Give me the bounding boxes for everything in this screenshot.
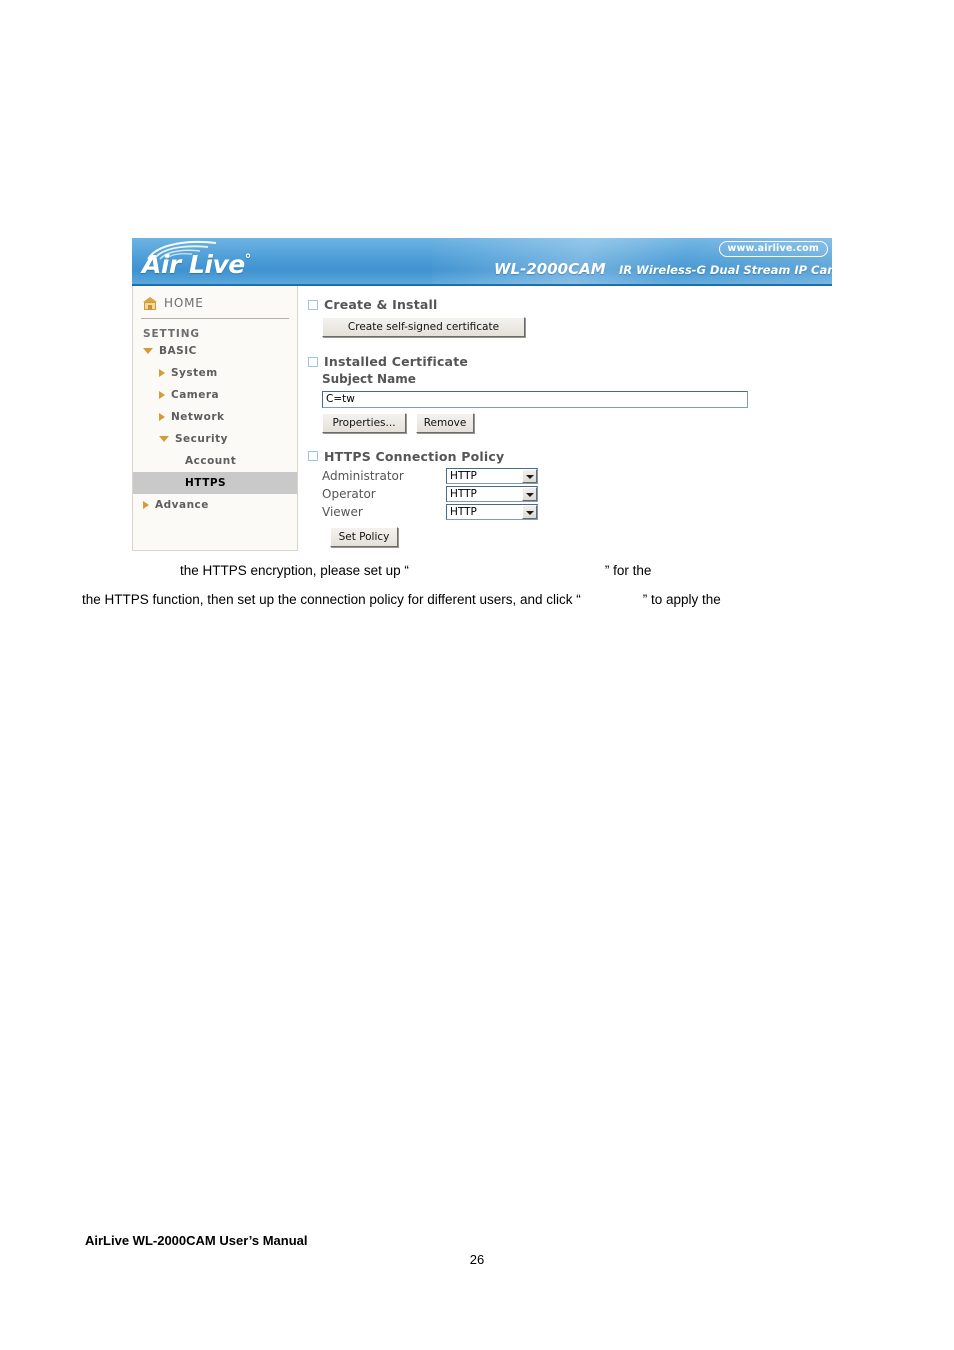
policy-row-viewer: Viewer HTTP [308,503,828,521]
sidebar-item-security[interactable]: Security [133,428,297,450]
sidebar-item-advance-label: Advance [155,499,209,511]
section-create-install-title: Create & Install [324,297,438,312]
body-line2-text-b: ” to apply the [642,592,721,607]
sidebar-item-basic[interactable]: BASIC [133,340,297,362]
operator-policy-value: HTTP [450,487,477,500]
sidebar-item-network-label: Network [171,411,225,423]
section-installed-certificate: Installed Certificate [308,354,828,369]
airlive-logo-text: Air Live° [142,252,251,277]
body-line2-text-a: the HTTPS function, then set up the conn… [82,592,581,607]
subject-name-input[interactable] [322,390,748,408]
policy-label-viewer: Viewer [322,504,363,519]
product-banner: Air Live° WL-2000CAM IR Wireless-G Dual … [132,238,832,286]
set-policy-button[interactable]: Set Policy [330,526,398,547]
sidebar-item-system-label: System [171,367,218,379]
body-line1-text-b: ” for the [604,563,652,578]
chevron-down-icon[interactable] [522,504,537,519]
airlive-logo-word: Air Live [142,250,245,279]
sidebar-item-camera[interactable]: Camera [133,384,297,406]
section-installed-certificate-title: Installed Certificate [324,354,469,369]
device-ui-screenshot: Air Live° WL-2000CAM IR Wireless-G Dual … [132,238,832,554]
section-marker-icon [308,299,318,310]
chevron-down-icon[interactable] [522,486,537,501]
chevron-right-icon [159,413,165,421]
sidebar-section-setting: SETTING [143,328,200,340]
sidebar-item-system[interactable]: System [133,362,297,384]
section-https-connection-policy-title: HTTPS Connection Policy [324,448,505,464]
body-paragraph-line-1: the HTTPS encryption, please set up “ ” f… [180,564,651,578]
create-self-signed-certificate-button[interactable]: Create self-signed certificate [322,317,525,337]
chevron-right-icon [143,501,149,509]
chevron-down-icon[interactable] [522,468,537,483]
section-marker-icon [308,356,318,367]
chevron-right-icon [159,369,165,377]
sidebar-item-advance[interactable]: Advance [133,494,297,516]
policy-label-administrator: Administrator [322,468,404,483]
chevron-down-icon [159,436,169,442]
sidebar: HOME SETTING BASIC System Camera Network [132,286,298,551]
chevron-down-icon [143,348,153,354]
policy-row-administrator: Administrator HTTP [308,467,828,485]
properties-button[interactable]: Properties... [322,412,406,433]
administrator-policy-select[interactable]: HTTP [446,467,538,484]
operator-policy-select[interactable]: HTTP [446,485,538,502]
main-content: Create & Install Create self-signed cert… [308,286,828,547]
house-icon [143,296,157,310]
airlive-logo-trademark: ° [244,252,252,268]
product-tagline: IR Wireless-G Dual Stream IP Camera [619,263,832,277]
policy-row-operator: Operator HTTP [308,485,828,503]
sidebar-item-camera-label: Camera [171,389,220,401]
sidebar-item-https-label: HTTPS [185,477,227,489]
body-line1-text-a: the HTTPS encryption, please set up “ [180,563,409,578]
viewer-policy-select[interactable]: HTTP [446,503,538,520]
sidebar-item-account[interactable]: Account [133,450,297,472]
document-page-number: 26 [469,1252,485,1267]
document-footer-title: AirLive WL-2000CAM User’s Manual [85,1233,308,1248]
remove-button[interactable]: Remove [416,412,474,433]
ui-body: HOME SETTING BASIC System Camera Network [132,286,832,554]
administrator-policy-value: HTTP [450,469,477,482]
sidebar-item-network[interactable]: Network [133,406,297,428]
product-model: WL-2000CAM [494,260,606,278]
chevron-right-icon [159,391,165,399]
sidebar-item-account-label: Account [185,455,237,467]
body-paragraph-line-2: the HTTPS function, then set up the conn… [82,593,721,607]
sidebar-item-https[interactable]: HTTPS [133,472,297,494]
sidebar-item-home[interactable]: HOME [133,286,297,310]
airlive-logo: Air Live° [140,239,320,284]
sidebar-item-security-label: Security [175,433,229,445]
subject-name-label: Subject Name [322,372,416,386]
sidebar-item-basic-label: BASIC [159,345,197,357]
section-marker-icon [308,451,318,461]
airlive-url-link[interactable]: www.airlive.com [718,241,828,257]
section-https-connection-policy: HTTPS Connection Policy [308,449,828,464]
section-create-install: Create & Install [308,297,828,312]
policy-label-operator: Operator [322,486,376,501]
sidebar-item-home-label: HOME [164,296,204,310]
viewer-policy-value: HTTP [450,505,477,518]
